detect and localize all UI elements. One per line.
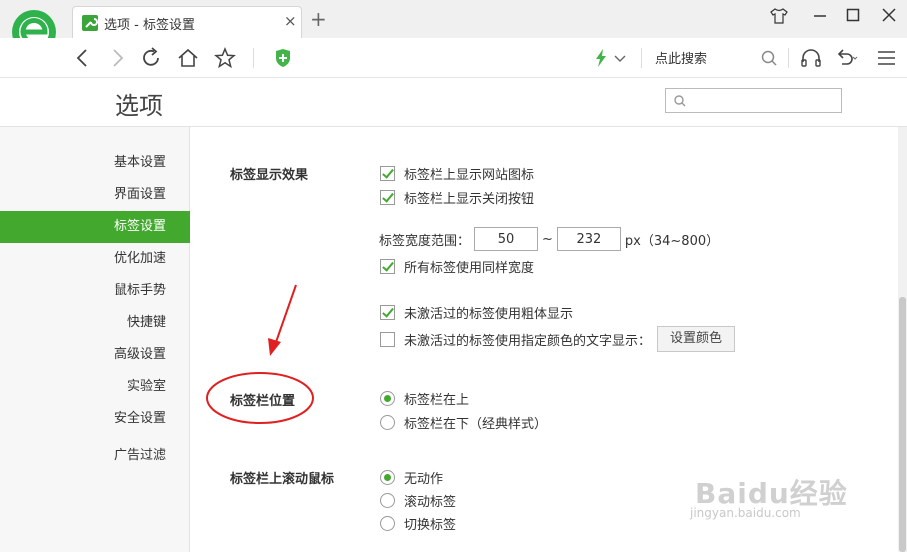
option-scroll-none[interactable]: 无动作: [380, 468, 444, 487]
title-bar: 选项 - 标签设置 × +: [0, 0, 907, 64]
search-icon[interactable]: [757, 46, 783, 70]
option-scroll-tabs[interactable]: 滚动标签: [380, 491, 457, 510]
option-label: 标签栏上显示网站图标: [404, 167, 535, 183]
radio-button[interactable]: [380, 515, 395, 531]
sidebar-item-tabs[interactable]: 标签设置: [0, 211, 190, 243]
shield-plus-icon[interactable]: [270, 46, 296, 70]
width-range-separator: ~: [542, 231, 553, 247]
lightning-icon[interactable]: [588, 46, 614, 70]
undo-icon[interactable]: [832, 46, 858, 70]
option-tabbar-bottom[interactable]: 标签栏在下（经典样式）: [380, 413, 548, 432]
toolbar-divider: [641, 48, 642, 68]
set-color-button[interactable]: 设置颜色: [657, 326, 736, 352]
sidebar-item-advanced[interactable]: 高级设置: [0, 339, 190, 371]
options-search-input[interactable]: [665, 88, 842, 113]
checkbox[interactable]: [380, 258, 395, 274]
section-label-tab-display: 标签显示效果: [230, 168, 309, 183]
wrench-icon: [82, 15, 98, 31]
sidebar-item-interface[interactable]: 界面设置: [0, 179, 190, 211]
checkbox[interactable]: [380, 165, 395, 181]
tab-width-range: 标签宽度范围： ~ px（34~800）: [379, 226, 719, 252]
menu-icon[interactable]: [874, 46, 900, 70]
checkbox[interactable]: [380, 189, 395, 205]
width-unit-hint: px（34~800）: [624, 233, 720, 249]
sidebar-item-security[interactable]: 安全设置: [0, 403, 190, 435]
radio-button[interactable]: [380, 469, 395, 485]
option-label: 标签栏在上: [404, 392, 470, 408]
option-label: 未激活过的标签使用粗体显示: [404, 306, 574, 322]
radio-button[interactable]: [380, 390, 395, 406]
option-label: 滚动标签: [404, 494, 457, 510]
back-icon[interactable]: [70, 46, 96, 70]
sidebar-item-shortcuts[interactable]: 快捷键: [0, 307, 190, 339]
options-header: 选项: [0, 78, 907, 127]
maximize-icon[interactable]: [840, 8, 866, 30]
radio-button[interactable]: [380, 414, 395, 430]
search-icon: [674, 95, 686, 107]
option-switch-tabs[interactable]: 切换标签: [380, 514, 457, 533]
refresh-icon[interactable]: [139, 46, 165, 70]
option-label: 标签栏上显示关闭按钮: [404, 191, 535, 207]
home-icon[interactable]: [175, 46, 201, 70]
option-label: 无动作: [404, 471, 444, 487]
tab-width-min-input[interactable]: [474, 227, 539, 251]
option-label: 所有标签使用同样宽度: [404, 260, 535, 276]
minimize-icon[interactable]: [807, 8, 833, 30]
tab-close-icon[interactable]: ×: [284, 12, 297, 30]
sidebar: 基本设置 界面设置 标签设置 优化加速 鼠标手势 快捷键 高级设置 实验室 安全…: [0, 127, 190, 552]
checkbox[interactable]: [380, 331, 395, 347]
option-show-close-button[interactable]: 标签栏上显示关闭按钮: [380, 188, 535, 207]
width-range-label: 标签宽度范围：: [379, 233, 471, 249]
toolbar-divider: [788, 48, 789, 68]
section-label-scroll-action: 标签栏上滚动鼠标: [230, 472, 335, 487]
scrollbar-thumb[interactable]: [899, 297, 906, 552]
option-show-site-icon[interactable]: 标签栏上显示网站图标: [380, 164, 535, 183]
option-label: 标签栏在下（经典样式）: [404, 416, 548, 432]
tab-title: 选项 - 标签设置: [104, 18, 195, 33]
skin-icon[interactable]: [766, 8, 792, 30]
sidebar-item-lab[interactable]: 实验室: [0, 371, 190, 403]
checkbox[interactable]: [380, 304, 395, 320]
option-same-width[interactable]: 所有标签使用同样宽度: [380, 257, 535, 276]
option-label: 未激活过的标签使用指定颜色的文字显示：: [404, 333, 652, 349]
page-title: 选项: [115, 92, 163, 120]
star-icon[interactable]: [212, 46, 238, 70]
scrollbar[interactable]: [898, 127, 907, 552]
section-label-tab-position: 标签栏位置: [230, 394, 296, 409]
chevron-down-icon[interactable]: [612, 46, 628, 70]
watermark: Baidu经验 jingyan.baidu.com: [690, 472, 848, 520]
tab-width-max-input[interactable]: [556, 227, 621, 251]
forward-icon[interactable]: [104, 46, 130, 70]
toolbar: 点此搜索: [0, 38, 907, 78]
watermark-url: jingyan.baidu.com: [690, 506, 801, 520]
sidebar-item-adblock[interactable]: 广告过滤: [0, 440, 190, 472]
new-tab-button[interactable]: +: [310, 9, 327, 29]
toolbar-divider: [253, 48, 254, 68]
close-window-icon[interactable]: [876, 8, 902, 30]
option-inactive-color[interactable]: 未激活过的标签使用指定颜色的文字显示： 设置颜色: [380, 326, 736, 352]
sidebar-item-optimize[interactable]: 优化加速: [0, 243, 190, 275]
sidebar-item-basic[interactable]: 基本设置: [0, 147, 190, 179]
headphones-icon[interactable]: [798, 46, 824, 70]
option-tabbar-top[interactable]: 标签栏在上: [380, 389, 470, 408]
address-search-hint[interactable]: 点此搜索: [655, 48, 707, 67]
option-label: 切换标签: [404, 517, 457, 533]
radio-button[interactable]: [380, 492, 395, 508]
tab-options[interactable]: 选项 - 标签设置 ×: [72, 6, 302, 38]
sidebar-item-mouse-gestures[interactable]: 鼠标手势: [0, 275, 190, 307]
option-inactive-bold[interactable]: 未激活过的标签使用粗体显示: [380, 303, 574, 322]
